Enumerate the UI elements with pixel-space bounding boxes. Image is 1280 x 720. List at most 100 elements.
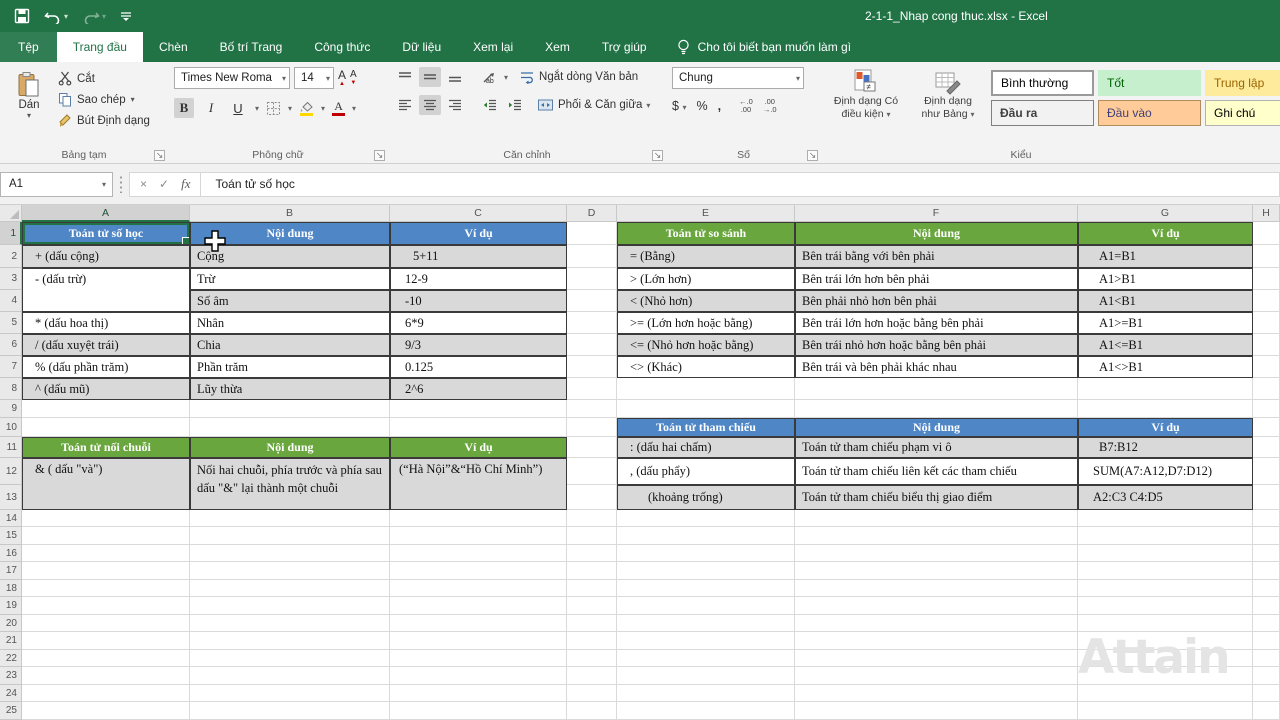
column-header-D[interactable]: D: [567, 205, 617, 222]
cell-E20[interactable]: [617, 615, 795, 632]
cell-B21[interactable]: [190, 632, 390, 650]
cell-H8[interactable]: [1253, 378, 1280, 400]
cell-H6[interactable]: [1253, 334, 1280, 356]
cell-F6[interactable]: Bên trái nhỏ hơn hoặc bằng bên phải: [795, 334, 1078, 356]
font-dialog-launcher[interactable]: ↘: [374, 150, 385, 161]
cell-A23[interactable]: [22, 667, 190, 685]
cell-E4[interactable]: < (Nhỏ hơn): [617, 290, 795, 312]
cell-G13[interactable]: A2:C3 C4:D5: [1078, 485, 1253, 510]
cell-F2[interactable]: Bên trái bằng với bên phải: [795, 245, 1078, 268]
tell-me-box[interactable]: Cho tôi biết bạn muốn làm gì: [677, 32, 851, 62]
row-header-8[interactable]: 8: [0, 378, 22, 400]
cell-E12[interactable]: , (dấu phẩy): [617, 458, 795, 485]
cell-C18[interactable]: [390, 580, 567, 597]
cell-G12[interactable]: SUM(A7:A12,D7:D12): [1078, 458, 1253, 485]
cell-G14[interactable]: [1078, 510, 1253, 527]
cell-D2[interactable]: [567, 245, 617, 268]
cell-H13[interactable]: [1253, 485, 1280, 510]
cell-E5[interactable]: >= (Lớn hơn hoặc bằng): [617, 312, 795, 334]
copy-button[interactable]: Sao chép ▾: [58, 92, 150, 107]
cell-B12[interactable]: Nối hai chuỗi, phía trước và phía sau dấ…: [190, 458, 390, 510]
cell-B24[interactable]: [190, 685, 390, 702]
cell-E24[interactable]: [617, 685, 795, 702]
cell-E25[interactable]: [617, 702, 795, 720]
cancel-button[interactable]: ×: [140, 177, 147, 191]
cell-B11[interactable]: Nội dung: [190, 437, 390, 458]
row-header-13[interactable]: 13: [0, 485, 22, 510]
name-box-dropdown[interactable]: ▾: [102, 180, 106, 189]
cell-H2[interactable]: [1253, 245, 1280, 268]
increase-indent-button[interactable]: [504, 95, 526, 115]
cell-F13[interactable]: Toán tử tham chiếu biểu thị giao điểm: [795, 485, 1078, 510]
cell-H5[interactable]: [1253, 312, 1280, 334]
cell-H14[interactable]: [1253, 510, 1280, 527]
cell-A17[interactable]: [22, 562, 190, 580]
cell-E23[interactable]: [617, 667, 795, 685]
cell-F3[interactable]: Bên trái lớn hơn bên phải: [795, 268, 1078, 290]
cell-G6[interactable]: A1<=B1: [1078, 334, 1253, 356]
cell-E14[interactable]: [617, 510, 795, 527]
cell-F4[interactable]: Bên phải nhỏ hơn bên phải: [795, 290, 1078, 312]
align-top-button[interactable]: [394, 67, 416, 87]
cell-G8[interactable]: [1078, 378, 1253, 400]
row-header-17[interactable]: 17: [0, 562, 22, 580]
cell-D7[interactable]: [567, 356, 617, 378]
cell-A12[interactable]: & ( dấu "và"): [22, 458, 190, 510]
cell-D15[interactable]: [567, 527, 617, 545]
cell-C6[interactable]: 9/3: [390, 334, 567, 356]
style-good[interactable]: Tốt: [1098, 70, 1201, 96]
row-header-16[interactable]: 16: [0, 545, 22, 562]
cell-G19[interactable]: [1078, 597, 1253, 615]
cell-D21[interactable]: [567, 632, 617, 650]
cell-H12[interactable]: [1253, 458, 1280, 485]
cell-E21[interactable]: [617, 632, 795, 650]
cell-F5[interactable]: Bên trái lớn hơn hoặc bằng bên phải: [795, 312, 1078, 334]
comma-style-button[interactable]: ,: [718, 99, 721, 113]
cell-E16[interactable]: [617, 545, 795, 562]
cell-A6[interactable]: / (dấu xuyệt trái): [22, 334, 190, 356]
cell-C11[interactable]: Ví dụ: [390, 437, 567, 458]
cell-A14[interactable]: [22, 510, 190, 527]
cell-H16[interactable]: [1253, 545, 1280, 562]
cell-E6[interactable]: <= (Nhỏ hơn hoặc bằng): [617, 334, 795, 356]
cell-E15[interactable]: [617, 527, 795, 545]
cell-C14[interactable]: [390, 510, 567, 527]
cell-B10[interactable]: [190, 418, 390, 437]
insert-function-button[interactable]: fx: [181, 176, 190, 192]
tab-file[interactable]: Tệp: [0, 32, 57, 62]
cell-F1[interactable]: Nội dung: [795, 222, 1078, 245]
cell-B5[interactable]: Nhân: [190, 312, 390, 334]
style-normal[interactable]: Bình thường: [991, 70, 1094, 96]
cell-B19[interactable]: [190, 597, 390, 615]
cell-C4[interactable]: -10: [390, 290, 567, 312]
cell-H4[interactable]: [1253, 290, 1280, 312]
select-all-corner[interactable]: [0, 205, 22, 222]
underline-dropdown[interactable]: ▾: [255, 104, 259, 113]
cell-G11[interactable]: B7:B12: [1078, 437, 1253, 458]
cell-B17[interactable]: [190, 562, 390, 580]
paste-button[interactable]: Dán ▾: [6, 67, 52, 143]
clipboard-dialog-launcher[interactable]: ↘: [154, 150, 165, 161]
align-left-button[interactable]: [394, 95, 416, 115]
cell-E22[interactable]: [617, 650, 795, 667]
cell-A19[interactable]: [22, 597, 190, 615]
cell-G5[interactable]: A1>=B1: [1078, 312, 1253, 334]
cell-C22[interactable]: [390, 650, 567, 667]
cell-C1[interactable]: Ví dụ: [390, 222, 567, 245]
cell-H20[interactable]: [1253, 615, 1280, 632]
cell-D5[interactable]: [567, 312, 617, 334]
cell-A8[interactable]: ^ (dấu mũ): [22, 378, 190, 400]
row-header-14[interactable]: 14: [0, 510, 22, 527]
cell-B9[interactable]: [190, 400, 390, 418]
row-header-9[interactable]: 9: [0, 400, 22, 418]
column-header-C[interactable]: C: [390, 205, 567, 222]
cell-E9[interactable]: [617, 400, 795, 418]
cell-A9[interactable]: [22, 400, 190, 418]
cell-G18[interactable]: [1078, 580, 1253, 597]
cell-D3[interactable]: [567, 268, 617, 290]
conditional-formatting-button[interactable]: ≠ Định dạng Có điều kiện ▾: [827, 67, 905, 144]
number-dialog-launcher[interactable]: ↘: [807, 150, 818, 161]
style-output[interactable]: Đầu ra: [991, 100, 1094, 126]
tab-help[interactable]: Trợ giúp: [586, 32, 663, 62]
cell-E2[interactable]: = (Bằng): [617, 245, 795, 268]
